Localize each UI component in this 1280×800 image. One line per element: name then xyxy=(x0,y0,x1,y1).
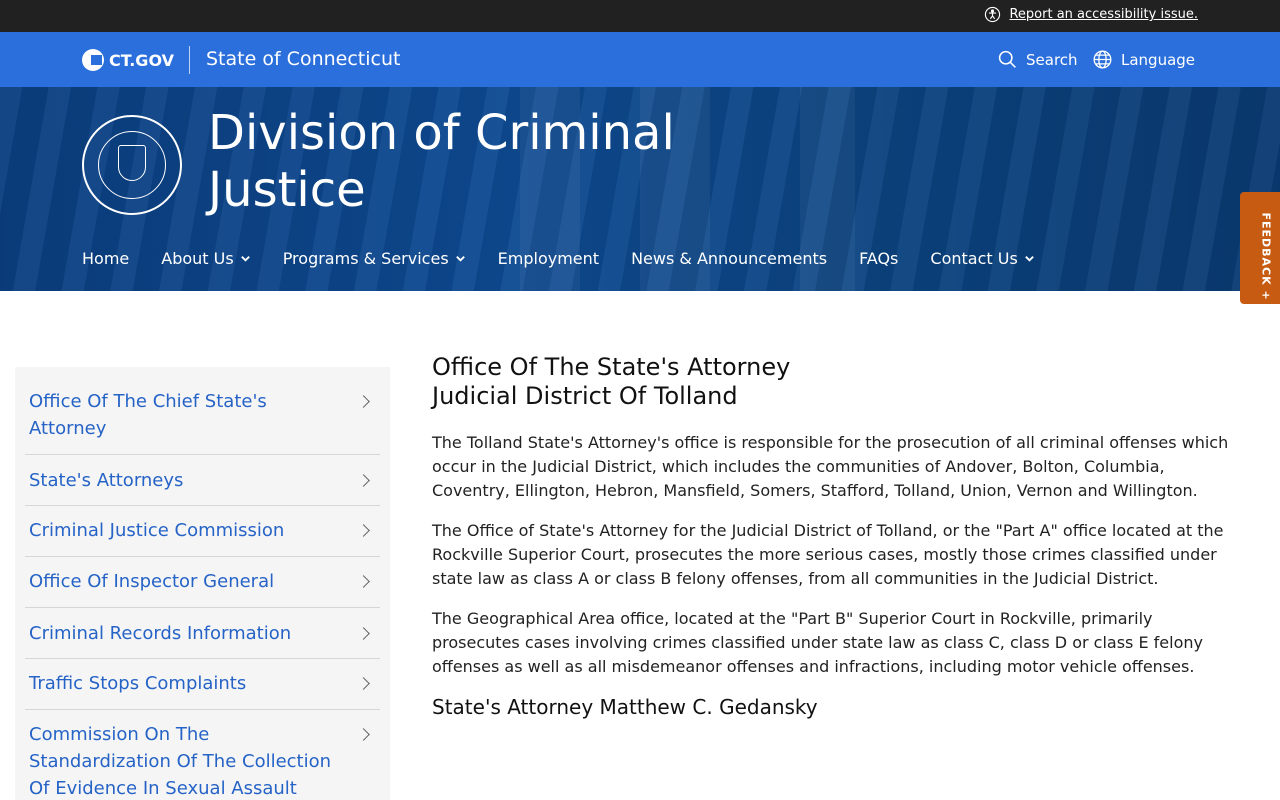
main-navigation: Home About Us Programs & Services Employ… xyxy=(82,249,1035,268)
chevron-right-icon xyxy=(357,677,370,690)
sidebar-menu: Office Of The Chief State's Attorney Sta… xyxy=(15,367,390,800)
content-paragraph: The Tolland State's Attorney's office is… xyxy=(432,433,1229,500)
site-title-line2: Justice xyxy=(208,162,366,218)
chevron-right-icon xyxy=(357,524,370,537)
language-label: Language xyxy=(1121,50,1196,69)
nav-news-label: News & Announcements xyxy=(631,249,828,268)
sidebar-item-label[interactable]: Criminal Records Information xyxy=(29,620,340,647)
state-name-link[interactable]: State of Connecticut xyxy=(206,48,400,70)
sidebar-item-sexual-assault-evidence[interactable]: Commission On The Standardization Of The… xyxy=(25,710,380,800)
seal-shield-icon xyxy=(118,145,146,181)
language-button[interactable]: Language xyxy=(1092,49,1195,70)
ct-gov-logo[interactable]: CT.GOV xyxy=(82,49,174,71)
globe-icon xyxy=(1093,50,1112,69)
chevron-down-icon xyxy=(1024,256,1034,262)
search-label: Search xyxy=(1026,50,1078,69)
accessibility-report[interactable]: Report an accessibility issue. xyxy=(984,6,1198,23)
nav-about-label: About Us xyxy=(161,249,234,268)
nav-programs-label: Programs & Services xyxy=(282,249,449,268)
search-icon xyxy=(998,50,1016,68)
sidebar-item-label[interactable]: Office Of Inspector General xyxy=(29,568,340,595)
nav-faqs-label: FAQs xyxy=(859,249,899,268)
sidebar-label-line: Of Evidence In Sexual Assault xyxy=(29,778,297,799)
chevron-right-icon xyxy=(357,474,370,487)
page-title-line1: Office Of The State's Attorney xyxy=(432,353,791,381)
nav-employment-label: Employment xyxy=(497,249,600,268)
chevron-right-icon xyxy=(357,575,370,588)
sidebar-item-label[interactable]: Commission On The Standardization Of The… xyxy=(29,721,340,800)
page-title-line2: Judicial District Of Tolland xyxy=(432,382,738,410)
utility-bar: Report an accessibility issue. xyxy=(0,0,1280,32)
nav-home[interactable]: Home xyxy=(82,249,129,268)
search-button[interactable]: Search xyxy=(997,49,1078,70)
nav-about-us[interactable]: About Us xyxy=(161,249,250,268)
division-seal-icon[interactable] xyxy=(82,115,182,215)
sidebar-item-traffic-stops[interactable]: Traffic Stops Complaints xyxy=(25,659,380,710)
main-content: Office Of The State's Attorney Judicial … xyxy=(432,353,1242,720)
hero-banner: Division of Criminal Justice Home About … xyxy=(0,87,1280,291)
ct-logo-icon xyxy=(82,49,104,71)
sidebar-label-line: Standardization Of The Collection xyxy=(29,751,332,772)
nav-news-announcements[interactable]: News & Announcements xyxy=(631,249,827,268)
chevron-down-icon xyxy=(455,256,465,262)
ct-logo-text: CT.GOV xyxy=(109,50,174,70)
sidebar-item-inspector-general[interactable]: Office Of Inspector General xyxy=(25,557,380,608)
sidebar-item-label[interactable]: Criminal Justice Commission xyxy=(29,517,340,544)
accessibility-icon xyxy=(985,6,1001,23)
sidebar-item-label[interactable]: Office Of The Chief State's Attorney xyxy=(29,388,340,442)
ct-gov-bar: CT.GOV State of Connecticut Search Langu… xyxy=(0,32,1280,87)
feedback-label: FEEDBACK + xyxy=(1259,212,1273,301)
states-attorney-heading: State's Attorney Matthew C. Gedansky xyxy=(432,695,818,719)
accessibility-link[interactable]: Report an accessibility issue. xyxy=(1009,7,1198,22)
nav-employment[interactable]: Employment xyxy=(498,249,599,268)
chevron-right-icon xyxy=(357,395,370,408)
sidebar-item-states-attorneys[interactable]: State's Attorneys xyxy=(25,455,380,506)
chevron-right-icon xyxy=(357,627,370,640)
chevron-right-icon xyxy=(357,728,370,741)
chevron-down-icon xyxy=(240,256,250,262)
feedback-tab[interactable]: FEEDBACK + xyxy=(1240,192,1280,304)
nav-home-label: Home xyxy=(82,249,130,268)
nav-faqs[interactable]: FAQs xyxy=(859,249,898,268)
sidebar-item-label[interactable]: State's Attorneys xyxy=(29,467,340,494)
site-title[interactable]: Division of Criminal Justice xyxy=(208,105,708,219)
header-divider xyxy=(189,46,190,74)
sidebar-label-line: Commission On The xyxy=(29,724,210,745)
sidebar-item-criminal-records[interactable]: Criminal Records Information xyxy=(25,608,380,659)
content-paragraph: The Geographical Area office, located at… xyxy=(432,609,1203,676)
nav-programs-services[interactable]: Programs & Services xyxy=(283,249,466,268)
site-title-line1: Division of Criminal xyxy=(208,105,675,161)
sidebar-item-chief-states-attorney[interactable]: Office Of The Chief State's Attorney xyxy=(25,367,380,455)
content-paragraph: The Office of State's Attorney for the J… xyxy=(432,521,1224,588)
nav-contact-us[interactable]: Contact Us xyxy=(930,249,1034,268)
sidebar-item-criminal-justice-commission[interactable]: Criminal Justice Commission xyxy=(25,506,380,557)
page-title: Office Of The State's Attorney Judicial … xyxy=(432,353,1242,411)
nav-contact-label: Contact Us xyxy=(930,249,1018,268)
sidebar-label-line: Attorney xyxy=(29,418,107,439)
sidebar-label-line: Office Of The Chief State's xyxy=(29,391,267,412)
sidebar-item-label[interactable]: Traffic Stops Complaints xyxy=(29,670,340,697)
